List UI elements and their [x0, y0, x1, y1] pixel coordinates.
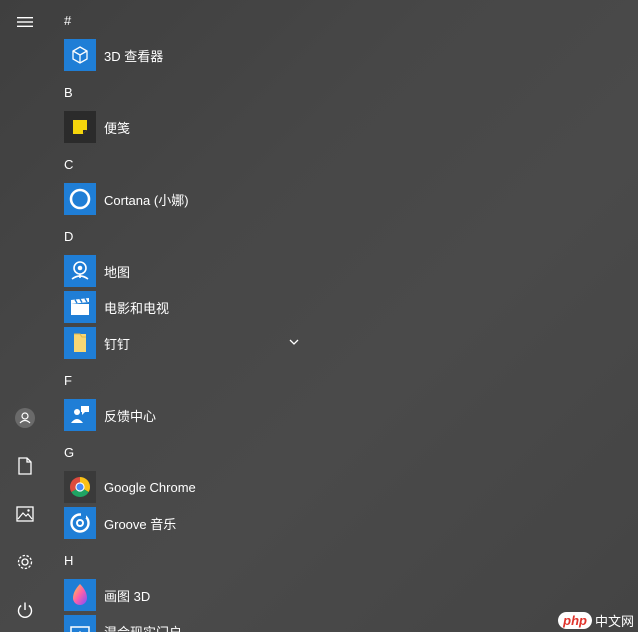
watermark-php-logo: php	[558, 611, 592, 629]
documents-icon	[17, 457, 33, 475]
app-list: # 3D 查看器 B 便笺 C Cortana (小娜) D 地图 电影和电视	[60, 0, 310, 632]
movies-tv-icon	[64, 291, 96, 323]
app-label-paint-3d: 画图 3D	[104, 588, 151, 604]
sticky-notes-icon	[64, 111, 96, 143]
hamburger-menu-button[interactable]	[0, 0, 50, 44]
user-account-icon	[14, 407, 36, 429]
settings-button[interactable]	[0, 540, 50, 584]
pictures-icon	[16, 506, 34, 522]
php-cn-watermark: php 中文网	[554, 608, 638, 632]
app-sticky-notes[interactable]: 便笺	[60, 109, 306, 145]
group-header-d[interactable]: D	[64, 219, 73, 255]
power-icon	[16, 601, 34, 619]
app-label-movies-tv: 电影和电视	[104, 300, 170, 316]
chevron-down-icon[interactable]	[288, 335, 300, 353]
group-header-f[interactable]: F	[64, 363, 72, 399]
app-label-dingtalk: 钉钉	[104, 336, 131, 352]
group-header-h[interactable]: H	[64, 543, 73, 579]
paint-3d-icon	[64, 579, 96, 611]
settings-gear-icon	[16, 553, 34, 571]
app-label-cortana: Cortana (小娜)	[104, 192, 189, 208]
start-menu-rail	[0, 0, 50, 632]
app-paint-3d[interactable]: 画图 3D	[60, 577, 306, 613]
app-movies-tv[interactable]: 电影和电视	[60, 289, 306, 325]
group-header-hash[interactable]: #	[64, 3, 71, 39]
groove-music-icon	[64, 507, 96, 539]
app-label-mixed-reality: 混合现实门户	[104, 624, 183, 632]
documents-button[interactable]	[0, 444, 50, 488]
watermark-text: 中文网	[594, 613, 634, 629]
3d-viewer-icon	[64, 39, 96, 71]
app-google-chrome[interactable]: Google Chrome	[60, 469, 306, 505]
maps-icon	[64, 255, 96, 287]
app-maps[interactable]: 地图	[60, 253, 306, 289]
chrome-icon	[64, 471, 96, 503]
app-label-feedback-hub: 反馈中心	[104, 408, 157, 424]
folder-icon	[64, 327, 96, 359]
app-mixed-reality[interactable]: 混合现实门户	[60, 613, 306, 632]
cortana-icon	[64, 183, 96, 215]
app-label-maps: 地图	[104, 264, 131, 280]
app-cortana[interactable]: Cortana (小娜)	[60, 181, 306, 217]
app-label-groove-music: Groove 音乐	[104, 516, 177, 532]
app-3d-viewer[interactable]: 3D 查看器	[60, 37, 306, 73]
feedback-hub-icon	[64, 399, 96, 431]
app-label-google-chrome: Google Chrome	[104, 479, 196, 495]
user-account-button[interactable]	[0, 396, 50, 440]
pictures-button[interactable]	[0, 492, 50, 536]
group-header-c[interactable]: C	[64, 147, 73, 183]
app-feedback-hub[interactable]: 反馈中心	[60, 397, 306, 433]
group-header-b[interactable]: B	[64, 75, 73, 111]
app-label-sticky-notes: 便笺	[104, 120, 131, 136]
power-button[interactable]	[0, 588, 50, 632]
app-dingtalk-folder[interactable]: 钉钉	[60, 325, 306, 361]
app-groove-music[interactable]: Groove 音乐	[60, 505, 306, 541]
hamburger-menu-icon	[16, 15, 34, 29]
group-header-g[interactable]: G	[64, 435, 74, 471]
mixed-reality-icon	[64, 615, 96, 632]
app-label-3d-viewer: 3D 查看器	[104, 48, 164, 64]
